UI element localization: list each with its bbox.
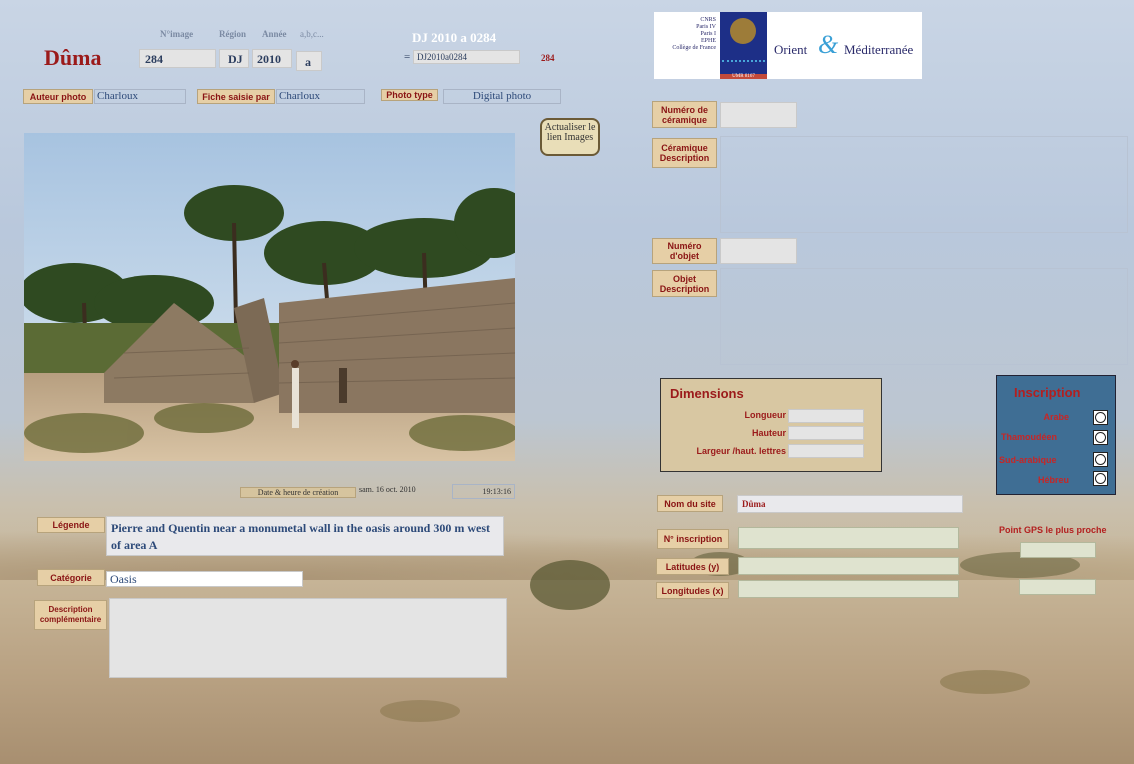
numero-ceramique-label: Numéro de céramique: [652, 101, 717, 128]
photo-type-field[interactable]: Digital photo: [443, 89, 561, 104]
option-arabe-radio[interactable]: [1093, 410, 1108, 425]
objet-description-field[interactable]: [720, 268, 1128, 365]
option-arabe-label: Arabe: [1043, 412, 1069, 422]
option-sud-arabique-label: Sud-arabique: [999, 455, 1057, 465]
label-n-image: N°image: [160, 29, 194, 39]
abc-field[interactable]: a: [296, 51, 322, 71]
inscription-title: Inscription: [1014, 385, 1081, 400]
nom-du-site-field[interactable]: Dûma: [737, 495, 963, 513]
reference-title: DJ 2010 a 0284: [412, 30, 497, 45]
photo: [24, 133, 515, 461]
legende-field[interactable]: Pierre and Quentin near a monumetal wall…: [106, 516, 504, 556]
reference-code-field[interactable]: DJ2010a0284: [413, 50, 520, 64]
n-inscription-field[interactable]: [738, 527, 959, 549]
label-annee: Année: [262, 29, 287, 39]
longitudes-label: Longitudes (x): [656, 582, 729, 599]
option-hebreu-radio[interactable]: [1093, 471, 1108, 486]
shrub: [380, 700, 460, 722]
dimensions-panel: Dimensions Longueur Hauteur Largeur /hau…: [660, 378, 882, 472]
gps-label: Point GPS le plus proche: [999, 525, 1107, 535]
objet-description-label: Objet Description: [652, 270, 717, 297]
logo-ampersand: &: [818, 30, 839, 59]
numero-ceramique-field[interactable]: [720, 102, 797, 128]
latitudes-field[interactable]: [738, 557, 959, 575]
option-hebreu-label: Hébreu: [1037, 475, 1069, 485]
description-field[interactable]: [109, 598, 507, 678]
latitudes-label: Latitudes (y): [656, 558, 729, 575]
fiche-saisie-label: Fiche saisie par: [197, 89, 275, 104]
logo-emblem: [720, 12, 767, 74]
option-thamoudeen-radio[interactable]: [1093, 430, 1108, 445]
option-sud-arabique-radio[interactable]: [1093, 452, 1108, 467]
n-inscription-label: N° inscription: [657, 529, 729, 549]
fiche-saisie-field[interactable]: Charloux: [276, 89, 365, 104]
ceramique-description-label: Céramique Description: [652, 138, 717, 168]
label-region: Région: [219, 29, 246, 39]
categorie-field[interactable]: Oasis: [106, 571, 303, 587]
oasis-photo-image: [24, 133, 515, 461]
n-image-field[interactable]: 284: [139, 49, 216, 68]
shrub: [530, 560, 610, 610]
label-abc: a,b,c...: [300, 29, 324, 39]
largeur-label: Largeur /haut. lettres: [696, 446, 786, 456]
creation-time-value: 19:13:16: [452, 484, 515, 499]
refresh-images-link-button[interactable]: Actualiser le lien Images: [540, 118, 600, 156]
hauteur-field[interactable]: [788, 426, 864, 440]
legende-label: Légende: [37, 517, 105, 533]
longitudes-field[interactable]: [738, 580, 959, 598]
numero-objet-label: Numéro d'objet: [652, 238, 717, 264]
annee-field[interactable]: 2010: [252, 49, 292, 68]
numero-objet-field[interactable]: [720, 238, 797, 264]
auteur-photo-label: Auteur photo: [23, 89, 93, 104]
ceramique-description-field[interactable]: [720, 136, 1128, 233]
auteur-photo-field[interactable]: Charloux: [94, 89, 186, 104]
option-thamoudeen-label: Thamoudéen: [1001, 432, 1058, 442]
photo-type-label: Photo type: [381, 89, 438, 101]
equals-sign: =: [404, 51, 411, 63]
longueur-field[interactable]: [788, 409, 864, 423]
site-title: Dûma: [44, 45, 102, 70]
gps-field-2[interactable]: [1019, 579, 1096, 595]
logo-umr: UMR 8167: [720, 74, 767, 79]
logo-text-mediterranee: Méditerranée: [844, 42, 914, 57]
region-field[interactable]: DJ: [219, 49, 249, 68]
creation-date-label: Date & heure de création: [240, 487, 356, 498]
creation-date-value: sam. 16 oct. 2010: [359, 485, 416, 494]
shrub: [940, 670, 1030, 694]
hauteur-label: Hauteur: [751, 428, 786, 438]
categorie-label: Catégorie: [37, 569, 105, 586]
logo-text-orient: Orient: [774, 42, 808, 57]
logo-institutions: CNRS Paris IV Paris I EPHE Collège de Fr…: [672, 17, 716, 51]
nom-du-site-label: Nom du site: [657, 495, 723, 512]
reference-number: 284: [541, 53, 555, 63]
inscription-panel: Inscription Arabe Thamoudéen Sud-arabiqu…: [996, 375, 1116, 495]
dimensions-title: Dimensions: [670, 386, 744, 401]
gps-field-1[interactable]: [1020, 542, 1096, 558]
orient-mediterranee-logo: CNRS Paris IV Paris I EPHE Collège de Fr…: [654, 12, 922, 79]
description-label: Description complémentaire: [34, 600, 107, 630]
longueur-label: Longueur: [744, 410, 787, 420]
largeur-field[interactable]: [788, 444, 864, 458]
